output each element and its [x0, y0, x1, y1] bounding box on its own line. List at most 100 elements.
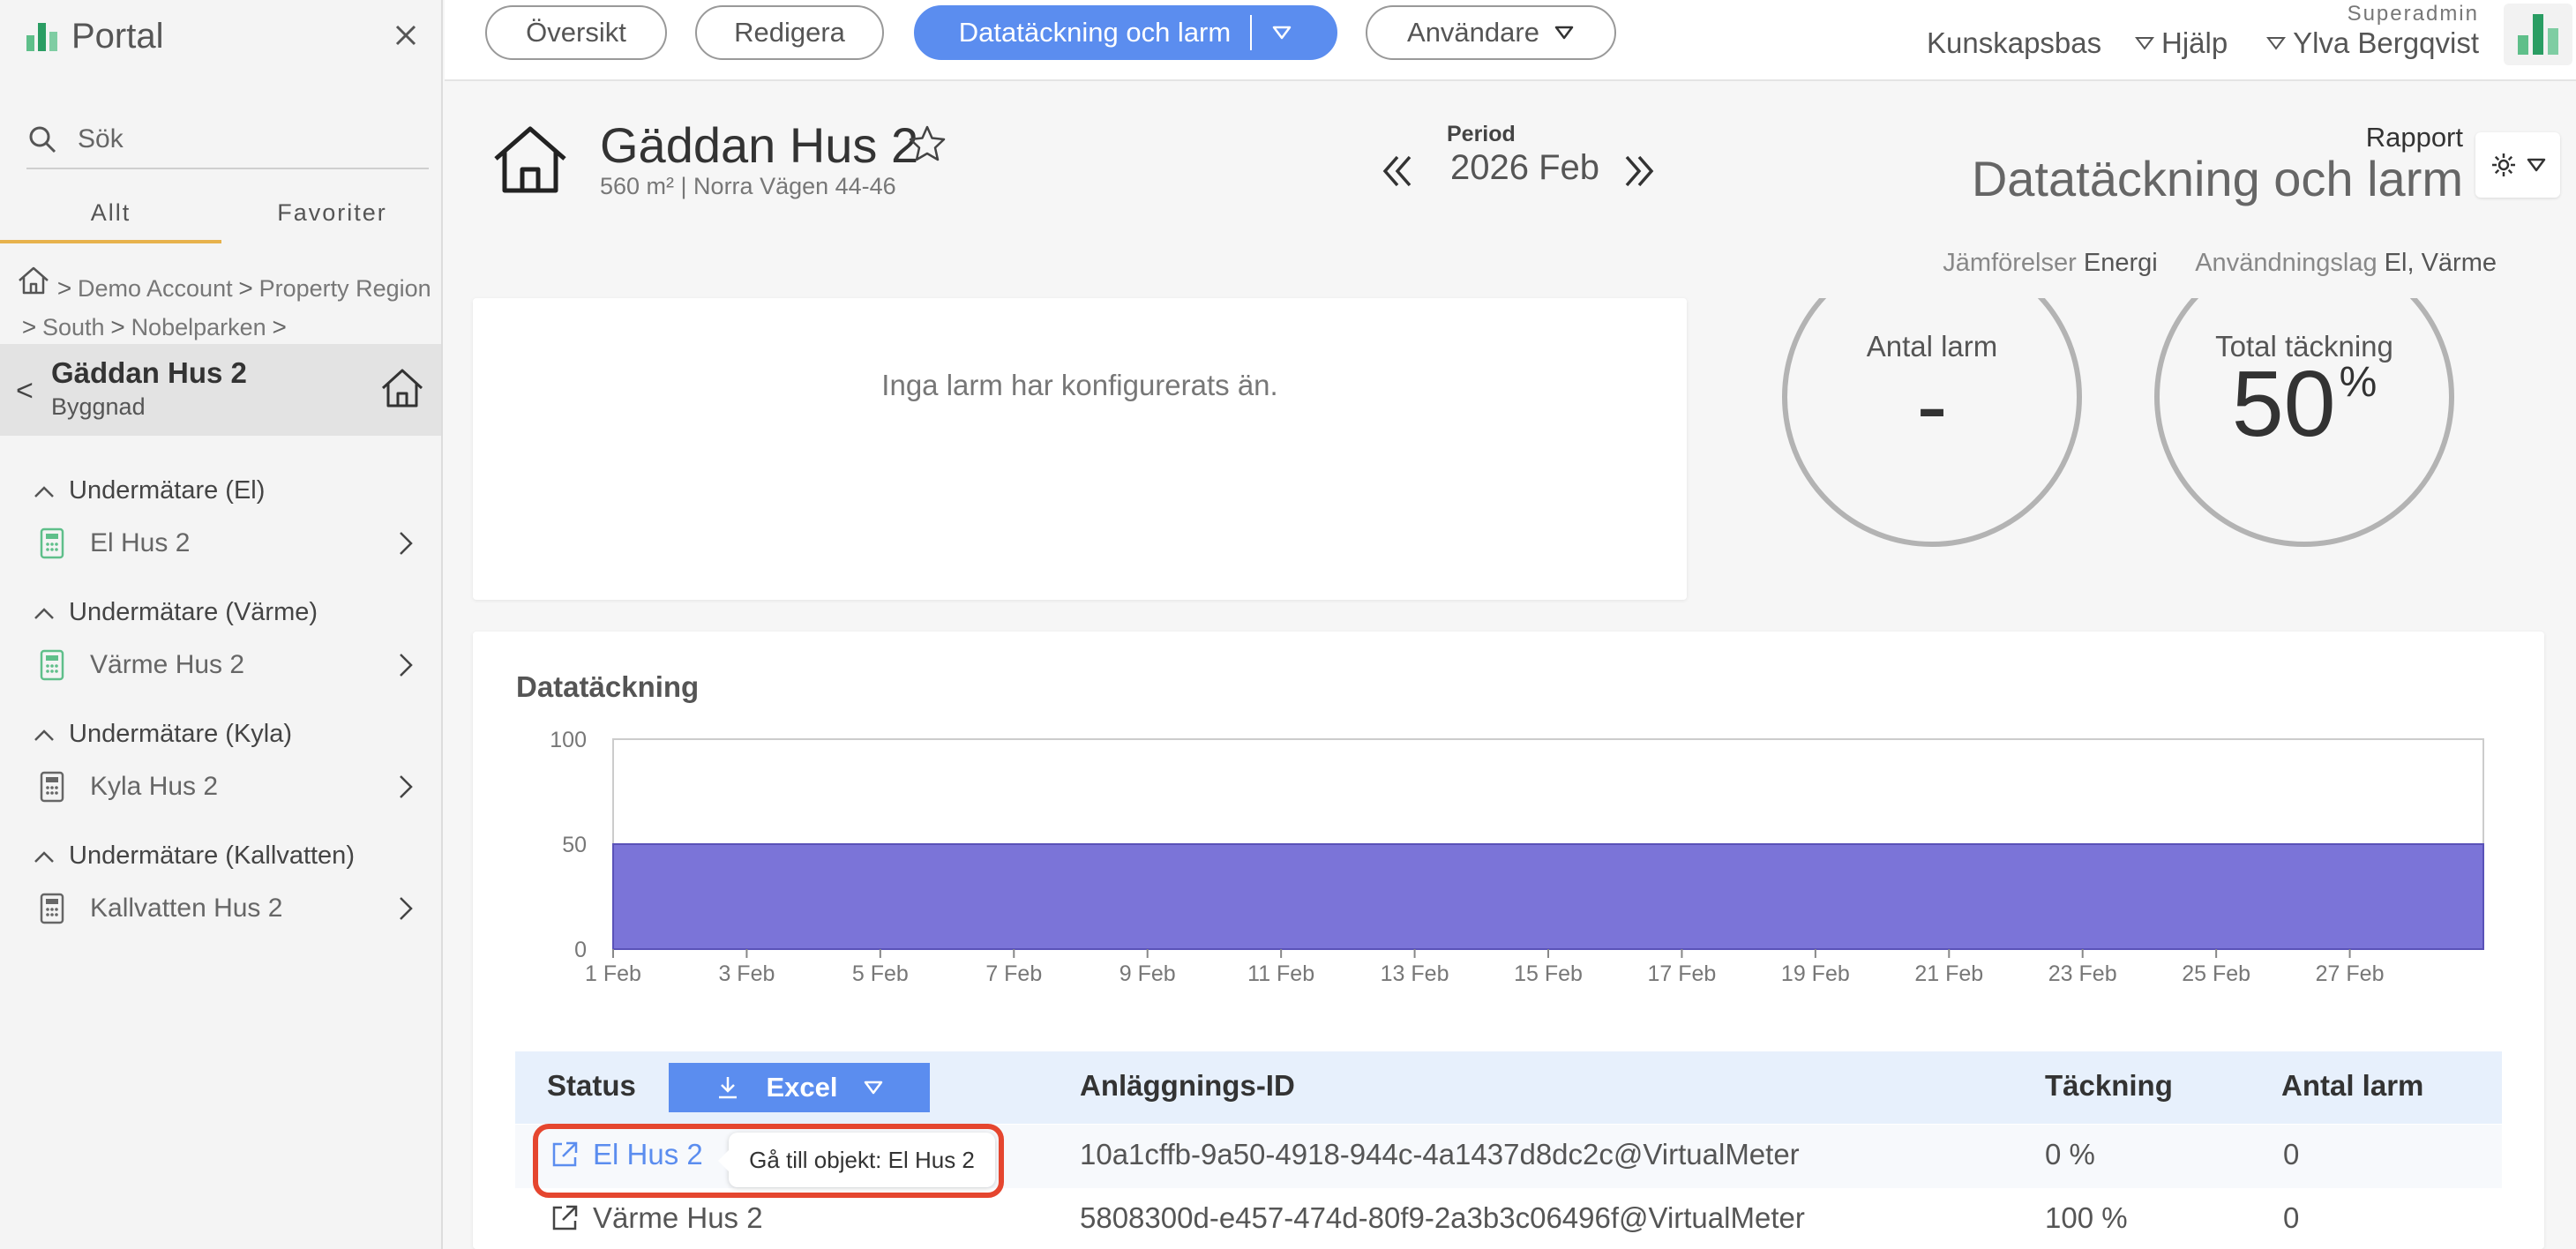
alarm-count: 0: [2283, 1201, 2300, 1234]
settings-button[interactable]: [2475, 132, 2560, 198]
current-building[interactable]: < Gäddan Hus 2 Byggnad: [0, 344, 441, 436]
help-menu[interactable]: Hjälp: [2135, 26, 2228, 60]
chevron-down-icon: [864, 1081, 882, 1095]
search-icon: [29, 126, 56, 153]
comparisons-label: Jämförelser: [1943, 249, 2077, 277]
sidebar-tabs: Allt Favoriter: [0, 189, 443, 243]
sidebar-header: Portal: [26, 16, 423, 56]
double-chevron-right-icon[interactable]: [1620, 150, 1659, 192]
object-name: Värme Hus 2: [593, 1201, 763, 1234]
report-value: Datatäckning och larm: [1971, 151, 2463, 206]
x-tick-label: 5 Feb: [852, 961, 909, 986]
alarm-card: Inga larm har konfigurerats än.: [473, 298, 1687, 600]
empty-alarms-message: Inga larm har konfigurerats än.: [881, 369, 1278, 401]
divider: [1250, 15, 1253, 50]
breadcrumb-item[interactable]: Demo Account: [78, 270, 233, 308]
object-link-varme-hus-2[interactable]: Värme Hus 2: [549, 1201, 763, 1235]
group-toggle[interactable]: Undermätare (El): [32, 476, 265, 505]
x-tick-label: 13 Feb: [1381, 961, 1449, 986]
knowledge-base-link[interactable]: Kunskapsbas: [1927, 26, 2101, 60]
x-tick-label: 9 Feb: [1120, 961, 1176, 986]
group-title: Undermätare (Kallvatten): [69, 841, 355, 870]
sidebar-item-kallvatten-hus-2[interactable]: Kallvatten Hus 2: [39, 887, 418, 930]
meter-id: 5808300d-e457-474d-80f9-2a3b3c06496f@Vir…: [1080, 1201, 1805, 1234]
gauge-value: -: [1916, 354, 1948, 458]
y-tick-label: 50: [562, 833, 587, 857]
calculator-icon: [40, 771, 64, 803]
user-menu[interactable]: Ylva Bergqvist: [2266, 26, 2479, 60]
building-icon: [494, 126, 566, 193]
calculator-icon: [40, 527, 64, 559]
home-icon[interactable]: [16, 265, 51, 296]
excel-label: Excel: [766, 1072, 838, 1103]
usage-label: Användningslag: [2195, 249, 2378, 277]
chevron-up-icon: [34, 607, 54, 619]
user-role: Superadmin: [2347, 2, 2479, 26]
external-link-icon: [552, 1205, 578, 1230]
star-icon[interactable]: [907, 123, 947, 164]
tab-oversikt[interactable]: Översikt: [485, 5, 667, 60]
column-header-alarms[interactable]: Antal larm: [2281, 1069, 2423, 1103]
alarm-count-gauge: Antal larm -: [1773, 298, 2091, 547]
excel-export-button[interactable]: Excel: [669, 1063, 930, 1112]
sidebar: Portal Sök Allt Favoriter > Demo Account >…: [0, 0, 443, 1249]
chevron-up-icon: [34, 485, 54, 497]
tab-label: Redigera: [734, 17, 845, 48]
x-tick-label: 3 Feb: [718, 961, 775, 986]
dropdown-icon: [1554, 26, 1574, 40]
period-value: 2026 Feb: [1450, 148, 1600, 187]
x-tick-label: 15 Feb: [1514, 961, 1583, 986]
tab-all[interactable]: Allt: [0, 189, 221, 243]
y-tick-label: 100: [550, 728, 587, 752]
x-tick-label: 7 Feb: [985, 961, 1042, 986]
page-title: Gäddan Hus 2: [600, 117, 919, 173]
breadcrumb-item[interactable]: Nobelparken: [131, 309, 266, 347]
column-header-id[interactable]: Anläggnings-ID: [1080, 1069, 1295, 1103]
breadcrumb: > Demo Account > Property Region > South > Nob…: [16, 265, 439, 347]
group-toggle[interactable]: Undermätare (Kyla): [32, 720, 292, 749]
calculator-icon: [40, 893, 64, 924]
sidebar-item-varme-hus-2[interactable]: Värme Hus 2: [39, 644, 418, 686]
portal-logo-icon: [26, 21, 57, 51]
comparisons-value[interactable]: Energi: [2084, 249, 2158, 277]
sidebar-item-kyla-hus-2[interactable]: Kyla Hus 2: [39, 766, 418, 808]
close-icon[interactable]: [388, 18, 423, 53]
current-building-type: Byggnad: [51, 393, 146, 420]
dropdown-icon[interactable]: [1271, 25, 1292, 41]
x-tick-label: 11 Feb: [1247, 961, 1314, 986]
gauge-value: 50%: [2154, 351, 2454, 458]
tab-label: Användare: [1407, 17, 1539, 48]
group-toggle[interactable]: Undermätare (Värme): [32, 598, 318, 627]
search-input[interactable]: Sök: [26, 111, 429, 169]
meter-id: 10a1cffb-9a50-4918-944c-4a1437d8dc2c@Vir…: [1080, 1138, 1800, 1170]
x-tick-label: 27 Feb: [2316, 961, 2385, 986]
coverage-unit: %: [2339, 359, 2378, 406]
group-toggle[interactable]: Undermätare (Kallvatten): [32, 841, 355, 871]
tab-datatackning[interactable]: Datatäckning och larm: [914, 5, 1337, 60]
x-tick-label: 23 Feb: [2048, 961, 2117, 986]
sidebar-item-label: Kyla Hus 2: [90, 772, 219, 801]
breadcrumb-item[interactable]: Property Region: [259, 270, 431, 308]
double-chevron-left-icon[interactable]: [1378, 150, 1417, 192]
report-label: Rapport: [2365, 122, 2463, 153]
tab-favorites[interactable]: Favoriter: [221, 189, 443, 243]
tab-redigera[interactable]: Redigera: [695, 5, 884, 60]
coverage-chart: 0 50 100 1 Feb 3 Feb 5 Feb 7 Feb 9 Feb 11 Feb 13 …: [550, 728, 2484, 986]
x-tick-label: 25 Feb: [2182, 961, 2250, 986]
column-header-coverage[interactable]: Täckning: [2045, 1069, 2173, 1103]
help-label: Hjälp: [2161, 26, 2228, 59]
x-tick-label: 21 Feb: [1914, 961, 1983, 986]
coverage-title: Datatäckning: [516, 670, 700, 703]
tab-anvandare[interactable]: Användare: [1366, 5, 1616, 60]
app-logo-icon[interactable]: [2504, 4, 2572, 65]
top-navigation: Översikt Redigera Datatäckning och larm …: [445, 0, 2576, 81]
current-building-name: Gäddan Hus 2: [51, 356, 247, 389]
calculator-icon: [40, 649, 64, 681]
sidebar-item-label: Värme Hus 2: [90, 650, 245, 679]
sidebar-item-el-hus-2[interactable]: El Hus 2: [39, 522, 418, 565]
download-icon: [719, 1077, 738, 1099]
column-header-status[interactable]: Status: [547, 1069, 636, 1103]
usage-value[interactable]: El, Värme: [2385, 249, 2497, 277]
breadcrumb-item[interactable]: South: [42, 309, 105, 347]
chevron-left-icon[interactable]: <: [16, 374, 34, 408]
